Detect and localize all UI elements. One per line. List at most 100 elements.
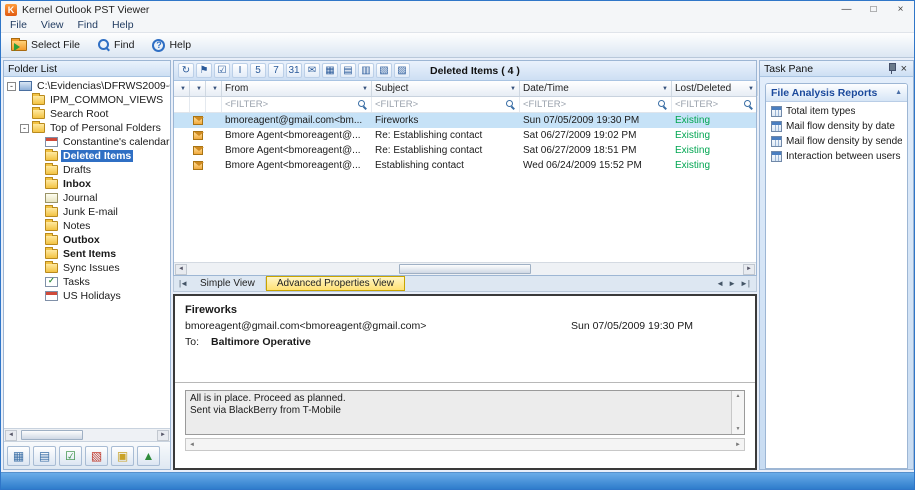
pin-icon[interactable] <box>887 63 896 74</box>
scroll-right-arrow[interactable]: ► <box>743 264 755 275</box>
scroll-right-arrow[interactable]: ► <box>157 430 169 441</box>
scroll-right-arrow[interactable]: ► <box>735 442 741 448</box>
folder-item-ipm-common-views[interactable]: IPM_COMMON_VIEWS <box>4 93 170 107</box>
folder-item-outbox[interactable]: Outbox <box>4 233 170 247</box>
scroll-left-arrow[interactable]: ◄ <box>175 264 187 275</box>
folder-item-drafts[interactable]: Drafts <box>4 163 170 177</box>
column-dropdown-icon[interactable]: ▼ <box>212 86 218 92</box>
folder-horizontal-scrollbar[interactable]: ◄ ► <box>4 428 170 441</box>
menu-view[interactable]: View <box>34 19 71 31</box>
tab-next-icon[interactable]: ► <box>728 279 736 288</box>
scroll-left-arrow[interactable]: ◄ <box>5 430 17 441</box>
search-icon[interactable] <box>658 100 668 110</box>
scroll-left-arrow[interactable]: ◄ <box>189 442 195 448</box>
tasks-view-button[interactable]: ☑ <box>59 446 82 466</box>
column-dropdown-icon[interactable]: ▼ <box>748 86 754 92</box>
filter-cell[interactable]: <FILTER> <box>372 97 520 112</box>
folder-item-inbox[interactable]: Inbox <box>4 177 170 191</box>
notes-view-button[interactable]: ▣ <box>111 446 134 466</box>
mail-view-button[interactable]: ▦ <box>7 446 30 466</box>
folder-item-tasks[interactable]: Tasks <box>4 275 170 289</box>
minimize-button[interactable]: — <box>833 1 860 18</box>
tab-first-icon[interactable]: |◄ <box>176 279 190 288</box>
maximize-button[interactable]: □ <box>860 1 887 18</box>
column-dropdown-icon[interactable]: ▼ <box>196 86 202 92</box>
column-header-icon[interactable]: ▼ <box>190 81 206 96</box>
select-file-button[interactable]: Select File <box>6 37 85 53</box>
column-header-from[interactable]: From▼ <box>222 81 372 96</box>
column-header-lost-deleted[interactable]: Lost/Deleted▼ <box>672 81 758 96</box>
scroll-track[interactable] <box>188 263 742 275</box>
menu-file[interactable]: File <box>3 19 34 31</box>
day-31-filter-icon[interactable]: 31 <box>286 63 302 78</box>
folder-item-sent-items[interactable]: Sent Items <box>4 247 170 261</box>
scroll-up-arrow[interactable]: ▲ <box>736 393 741 399</box>
scroll-thumb[interactable] <box>399 264 532 274</box>
column-dropdown-icon[interactable]: ▼ <box>662 86 668 92</box>
folder-item-sync-issues[interactable]: Sync Issues <box>4 261 170 275</box>
scroll-track[interactable] <box>18 429 156 441</box>
folder-item-notes[interactable]: Notes <box>4 219 170 233</box>
menu-help[interactable]: Help <box>105 19 141 31</box>
folder-item-top-of-personal-folders[interactable]: -Top of Personal Folders <box>4 121 170 135</box>
column-header-icon[interactable]: ▼ <box>174 81 190 96</box>
find-button[interactable]: Find <box>93 37 139 53</box>
tab-advanced-properties-view[interactable]: Advanced Properties View <box>266 276 405 291</box>
message-row[interactable]: Bmore Agent<bmoreagent@...Re: Establishi… <box>174 143 756 158</box>
journal-filter-icon[interactable]: I <box>232 63 248 78</box>
day-5-filter-icon[interactable]: 5 <box>250 63 266 78</box>
message-row[interactable]: Bmore Agent<bmoreagent@...Re: Establishi… <box>174 128 756 143</box>
expand-toggle-icon[interactable]: - <box>20 124 29 133</box>
filter-cell[interactable]: <FILTER> <box>520 97 672 112</box>
folder-item-journal[interactable]: Journal <box>4 191 170 205</box>
refresh-icon[interactable]: ↻ <box>178 63 194 78</box>
report-link-total-item-types[interactable]: Total item types <box>766 102 907 117</box>
folder-item-c-evidencias-dfrws2009-outlo[interactable]: -C:\Evidencias\DFRWS2009-Outlo <box>4 79 170 93</box>
help-button[interactable]: ? Help <box>147 37 196 54</box>
search-icon[interactable] <box>744 100 754 110</box>
tab-simple-view[interactable]: Simple View <box>190 277 266 290</box>
scroll-thumb[interactable] <box>21 430 83 440</box>
note-filter-icon[interactable]: ▨ <box>394 63 410 78</box>
contacts-view-button[interactable]: ▤ <box>33 446 56 466</box>
report-link-interaction-between-users[interactable]: Interaction between users <box>766 147 907 162</box>
close-button[interactable]: × <box>887 1 914 18</box>
file-analysis-header[interactable]: File Analysis Reports ▲ <box>766 84 907 102</box>
day-7-filter-icon[interactable]: 7 <box>268 63 284 78</box>
calendar-filter-icon[interactable]: ▦ <box>322 63 338 78</box>
filter-cell[interactable]: <FILTER> <box>672 97 758 112</box>
calendar-view-button[interactable]: ▧ <box>85 446 108 466</box>
report-link-mail-flow-density-by-senders[interactable]: Mail flow density by senders <box>766 132 907 147</box>
menu-find[interactable]: Find <box>71 19 105 31</box>
folder-item-deleted-items[interactable]: Deleted Items <box>4 149 170 163</box>
search-icon[interactable] <box>506 100 516 110</box>
journal-view-button[interactable]: ▲ <box>137 446 160 466</box>
list-horizontal-scrollbar[interactable]: ◄ ► <box>174 262 756 275</box>
contact-filter-icon[interactable]: ▥ <box>358 63 374 78</box>
check-filter-icon[interactable]: ☑ <box>214 63 230 78</box>
body-horizontal-scrollbar[interactable]: ◄ ► <box>185 438 745 451</box>
task-pane-close-button[interactable]: × <box>901 64 907 74</box>
column-header-subject[interactable]: Subject▼ <box>372 81 520 96</box>
message-row[interactable]: Bmore Agent<bmoreagent@...Establishing c… <box>174 158 756 173</box>
search-icon[interactable] <box>358 100 368 110</box>
filter-cell[interactable]: <FILTER> <box>222 97 372 112</box>
body-vertical-scrollbar[interactable]: ▲ ▼ <box>731 391 744 434</box>
column-header-icon[interactable]: ▼ <box>206 81 222 96</box>
folder-item-constantine-s-calendar[interactable]: Constantine's calendar <box>4 135 170 149</box>
tab-last-icon[interactable]: ►| <box>740 279 750 288</box>
expand-toggle-icon[interactable]: - <box>7 82 16 91</box>
collapse-icon[interactable]: ▲ <box>895 89 902 96</box>
column-header-date-time[interactable]: Date/Time▼ <box>520 81 672 96</box>
folder-item-us-holidays[interactable]: US Holidays <box>4 289 170 303</box>
task-filter-icon[interactable]: ▧ <box>376 63 392 78</box>
tab-prev-icon[interactable]: ◄ <box>716 279 724 288</box>
column-dropdown-icon[interactable]: ▼ <box>180 86 186 92</box>
column-dropdown-icon[interactable]: ▼ <box>510 86 516 92</box>
message-row[interactable]: bmoreagent@gmail.com<bm...FireworksSun 0… <box>174 113 756 128</box>
folder-item-search-root[interactable]: Search Root <box>4 107 170 121</box>
mail-filter-icon[interactable]: ✉ <box>304 63 320 78</box>
print-icon[interactable]: ▤ <box>340 63 356 78</box>
column-dropdown-icon[interactable]: ▼ <box>362 86 368 92</box>
flag-filter-icon[interactable]: ⚑ <box>196 63 212 78</box>
